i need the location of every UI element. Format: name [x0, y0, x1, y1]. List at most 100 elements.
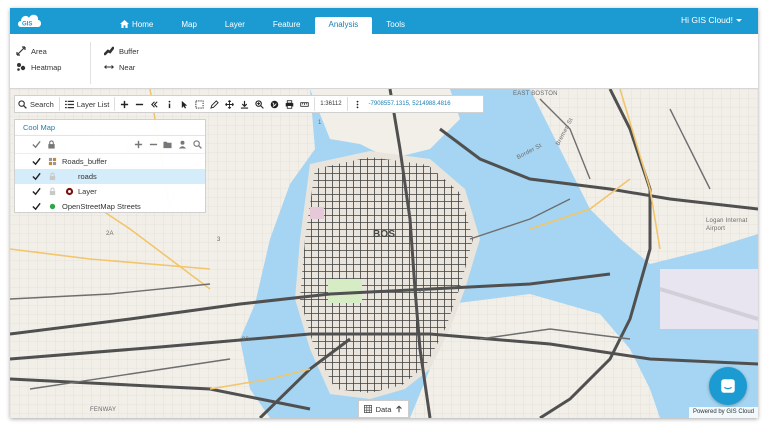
minus-icon — [136, 103, 144, 105]
info-icon — [168, 100, 171, 108]
point-layer-icon — [65, 187, 74, 196]
zoom-icon — [255, 99, 265, 109]
user-icon[interactable] — [178, 140, 187, 149]
pan-button[interactable] — [222, 96, 237, 112]
search-button[interactable]: Search — [15, 96, 57, 112]
layer-visible-check-icon[interactable] — [32, 172, 41, 181]
box-select-button[interactable] — [192, 96, 207, 112]
scale-display[interactable]: 1:36112 — [317, 101, 344, 107]
area-label: Area — [31, 46, 47, 56]
label-airport: Logan Internat Airport — [706, 218, 748, 232]
layer-row-roads[interactable]: roads — [15, 169, 205, 184]
more-options-button[interactable] — [350, 96, 365, 112]
area-icon — [16, 46, 26, 56]
park-airport — [660, 269, 758, 329]
chat-icon — [721, 379, 735, 393]
near-tool-button[interactable]: Near — [104, 62, 135, 72]
box-select-icon — [195, 99, 204, 109]
near-label: Near — [119, 62, 136, 72]
add-layer-icon[interactable] — [134, 140, 143, 149]
menu-feature[interactable]: Feature — [259, 17, 315, 34]
menu-home-label: Home — [132, 20, 154, 29]
zoom-out-button[interactable] — [132, 96, 147, 112]
zoom-to-button[interactable] — [252, 96, 267, 112]
lock-icon[interactable] — [48, 187, 57, 196]
search-label: Search — [30, 99, 54, 109]
full-extent-button[interactable] — [267, 96, 282, 112]
zoom-layer-icon[interactable] — [193, 140, 202, 149]
toolbar-divider — [58, 97, 60, 111]
data-tab[interactable]: Data — [358, 400, 409, 418]
print-button[interactable] — [282, 96, 297, 112]
near-icon — [104, 65, 114, 69]
park-small — [310, 207, 324, 219]
menu-home[interactable]: Home — [106, 17, 167, 34]
search-icon — [18, 99, 27, 109]
heatmap-tool-button[interactable]: Heatmap — [16, 62, 61, 72]
menu-layer[interactable]: Layer — [211, 17, 259, 34]
layer-visible-check-icon[interactable] — [32, 202, 41, 211]
gis-cloud-logo[interactable]: GIS — [16, 10, 42, 30]
map-toolbar: Search Layer List 1:36112 -7908557.1315,… — [14, 95, 484, 113]
previous-extent-button[interactable] — [147, 96, 162, 112]
coordinates-readout: -7908557.1315, 5214988.4816 — [368, 101, 451, 107]
move-icon — [225, 99, 235, 109]
area-tool-button[interactable]: Area — [16, 46, 47, 56]
top-bar: GIS Home Map Layer Feature Analysis Tool… — [10, 8, 758, 34]
map-canvas[interactable]: EAST BOSTON BOS FENWAY Logan Internat Ai… — [10, 89, 758, 418]
zoom-in-button[interactable] — [117, 96, 132, 112]
folder-icon[interactable] — [163, 140, 172, 149]
table-icon — [363, 405, 372, 413]
layer-row-layer[interactable]: Layer — [15, 184, 205, 199]
layer-row-osm[interactable]: OpenStreetMap Streets — [15, 199, 205, 214]
layer-row-roads-buffer[interactable]: Roads_buffer — [15, 154, 205, 169]
basemap-icon — [49, 203, 56, 210]
layer-list-button[interactable]: Layer List — [62, 96, 113, 112]
user-menu[interactable]: Hi GIS Cloud! — [681, 15, 742, 25]
download-button[interactable] — [237, 96, 252, 112]
buffer-tool-button[interactable]: Buffer — [104, 46, 139, 56]
logo-text: GIS — [22, 22, 32, 28]
label-route-93: 93 — [418, 289, 426, 295]
label-fenway: FENWAY — [90, 407, 117, 413]
park-common — [328, 279, 362, 303]
layer-name: roads — [78, 172, 97, 181]
ribbon-divider — [90, 42, 91, 84]
double-chevron-left-icon — [151, 100, 158, 108]
layer-name: OpenStreetMap Streets — [62, 202, 141, 211]
chat-support-button[interactable] — [709, 367, 747, 405]
toolbar-divider — [346, 97, 348, 111]
label-route-90: 90 — [242, 337, 250, 343]
land-east-boston-grid — [530, 89, 758, 264]
layer-panel-toolbar — [15, 136, 205, 154]
label-route-1: 1 — [318, 120, 322, 126]
map-name: Cool Map — [15, 120, 205, 136]
toolbar-divider — [314, 97, 316, 111]
layer-visible-check-icon[interactable] — [32, 187, 41, 196]
download-icon — [241, 100, 249, 109]
layer-list-label: Layer List — [76, 99, 110, 109]
layer-visible-check-icon[interactable] — [32, 157, 41, 166]
select-button[interactable] — [177, 96, 192, 112]
lock-icon[interactable] — [47, 140, 56, 149]
label-route-2a: 2A — [106, 231, 114, 237]
analysis-ribbon: Area Heatmap Buffer Near — [10, 34, 758, 89]
menu-tools[interactable]: Tools — [372, 17, 419, 34]
list-icon — [64, 100, 74, 108]
lock-icon[interactable] — [48, 172, 57, 181]
app-window: GIS Home Map Layer Feature Analysis Tool… — [10, 8, 758, 418]
info-button[interactable] — [162, 96, 177, 112]
menu-analysis[interactable]: Analysis — [314, 17, 373, 34]
menu-map[interactable]: Map — [167, 17, 211, 34]
layer-group-icon — [48, 157, 57, 166]
label-boston: BOS — [373, 229, 396, 240]
measure-button[interactable] — [297, 96, 312, 112]
check-all-icon[interactable] — [32, 140, 41, 149]
data-tab-label: Data — [375, 404, 392, 414]
remove-layer-icon[interactable] — [149, 140, 158, 149]
powered-by: Powered by GIS Cloud — [688, 407, 758, 418]
layer-panel: Cool Map Roads_buffer roads Layer OpenSt… — [14, 119, 206, 213]
home-icon — [120, 20, 129, 28]
edit-button[interactable] — [207, 96, 222, 112]
toolbar-divider — [114, 97, 116, 111]
